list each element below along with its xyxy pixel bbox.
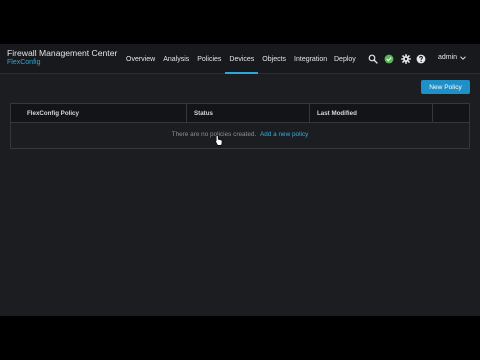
empty-state-text: There are no policies created. (171, 131, 257, 138)
chevron-down-icon (460, 55, 466, 60)
nav-deploy[interactable]: Deploy (330, 44, 360, 74)
gear-icon[interactable] (401, 54, 411, 64)
policy-table: FlexConfig Policy Status Last Modified T… (10, 103, 470, 149)
user-menu[interactable]: admin (438, 54, 466, 61)
app-frame (0, 44, 480, 316)
empty-state: There are no policies created. Add a new… (11, 131, 469, 138)
app-title: Firewall Management Center (7, 48, 118, 58)
main-nav: Overview Analysis Policies Devices Objec… (122, 44, 331, 74)
column-header-actions (432, 104, 469, 123)
nav-devices[interactable]: Devices (225, 44, 259, 74)
new-policy-button[interactable]: New Policy (421, 80, 470, 94)
column-header-status[interactable]: Status (186, 104, 309, 123)
nav-policies[interactable]: Policies (193, 44, 225, 74)
nav-overview[interactable]: Overview (122, 44, 159, 74)
column-header-policy[interactable]: FlexConfig Policy (20, 104, 186, 123)
search-icon[interactable] (368, 54, 378, 64)
deploy-nav: Deploy (330, 44, 360, 74)
status-check-icon[interactable] (384, 54, 394, 64)
column-header-last-modified[interactable]: Last Modified (309, 104, 432, 123)
nav-objects[interactable]: Objects (258, 44, 290, 74)
help-icon[interactable] (416, 54, 426, 64)
page-subtitle[interactable]: FlexConfig (7, 59, 40, 66)
table-header: FlexConfig Policy Status Last Modified (11, 104, 469, 123)
nav-integration[interactable]: Integration (290, 44, 331, 74)
user-name: admin (438, 54, 458, 61)
mouse-cursor-icon (215, 135, 223, 146)
top-navigation-bar: Firewall Management Center FlexConfig Ov… (0, 44, 480, 74)
nav-analysis[interactable]: Analysis (159, 44, 193, 74)
add-policy-link[interactable]: Add a new policy (260, 131, 308, 138)
